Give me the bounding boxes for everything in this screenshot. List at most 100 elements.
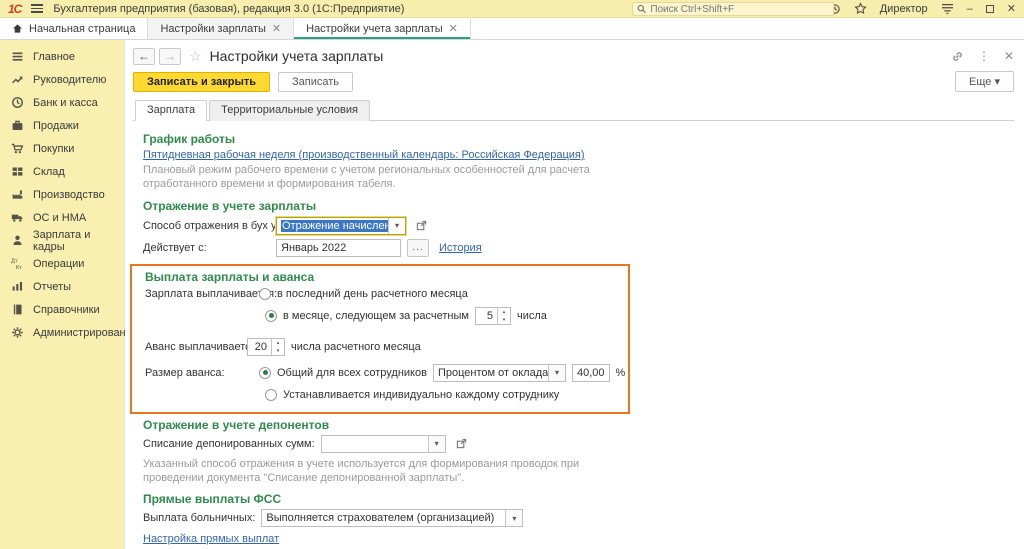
radio-last-day-label[interactable]: в последний день расчетного месяца — [277, 288, 468, 300]
sidebar-item-label: Банк и касса — [33, 97, 98, 109]
section-fss: Прямые выплаты ФСС — [143, 492, 1014, 506]
sidebar-item-manager[interactable]: Руководителю — [0, 68, 124, 91]
tab-salary-accounting-settings[interactable]: Настройки учета зарплаты ✕ — [294, 18, 471, 39]
content-panel: ← → ☆ Настройки учета зарплаты ⋮ ✕ Запис… — [125, 40, 1024, 549]
radio-common-advance[interactable] — [259, 367, 271, 379]
direct-payments-link[interactable]: Настройка прямых выплат — [143, 533, 279, 545]
advance-day-suffix: числа расчетного месяца — [291, 341, 421, 353]
chevron-down-icon[interactable]: ▾ — [505, 510, 522, 526]
forward-button[interactable]: → — [159, 48, 181, 65]
titlebar: 1С Бухгалтерия предприятия (базовая), ре… — [0, 0, 1024, 18]
sick-pay-combobox[interactable]: Выполняется страхователем (организацией)… — [261, 509, 523, 527]
svg-text:Дт: Дт — [11, 259, 18, 265]
sick-pay-label: Выплата больничных: — [143, 512, 255, 524]
back-button[interactable]: ← — [133, 48, 155, 65]
section-deponents: Отражение в учете депонентов — [143, 418, 1014, 432]
work-schedule-link[interactable]: Пятидневная рабочая неделя (производстве… — [143, 149, 585, 161]
sidebar-item-administration[interactable]: Администрирование — [0, 321, 124, 344]
sidebar-item-operations[interactable]: ДтКт Операции — [0, 252, 124, 275]
toolbar: Записать и закрыть Записать Еще ▾ — [133, 71, 1014, 92]
sidebar-item-bank-cash[interactable]: Банк и касса — [0, 91, 124, 114]
section-work-schedule: График работы — [143, 132, 1014, 146]
chevron-down-icon[interactable]: ▾ — [548, 365, 565, 381]
save-button[interactable]: Записать — [278, 72, 353, 92]
tab-home[interactable]: Начальная страница — [0, 18, 148, 39]
search-icon — [637, 4, 646, 14]
choose-date-button[interactable]: ... — [407, 239, 429, 257]
minimize-button[interactable]: – — [967, 4, 973, 14]
deponents-writeoff-label: Списание депонированных сумм: — [143, 438, 315, 450]
advance-paid-label: Аванс выплачивается: — [145, 341, 241, 353]
app-title: Бухгалтерия предприятия (базовая), редак… — [53, 3, 404, 15]
spinner-arrows-icon[interactable]: ▴▾ — [497, 308, 510, 324]
page-title: Настройки учета зарплаты — [210, 48, 384, 64]
menu-icon — [11, 50, 24, 63]
briefcase-icon — [11, 119, 24, 132]
sidebar-item-label: Зарплата и кадры — [33, 229, 120, 253]
more-button[interactable]: Еще ▾ — [955, 71, 1014, 92]
sidebar-item-warehouse[interactable]: Склад — [0, 160, 124, 183]
radio-common-advance-label[interactable]: Общий для всех сотрудников — [277, 367, 427, 379]
advance-size-label: Размер аванса: — [145, 367, 253, 379]
close-form-icon[interactable]: ✕ — [1004, 49, 1014, 63]
search-input[interactable] — [650, 4, 829, 15]
sidebar-item-salary-hr[interactable]: Зарплата и кадры — [0, 229, 124, 252]
global-search[interactable] — [632, 2, 834, 16]
favorites-star-icon[interactable] — [854, 2, 867, 15]
main-menu-icon[interactable] — [31, 4, 43, 13]
service-menu-icon[interactable] — [941, 3, 954, 14]
settings-form: График работы Пятидневная рабочая неделя… — [133, 121, 1014, 549]
book-icon — [11, 303, 24, 316]
deponents-note: Указанный способ отражения в учете испол… — [143, 457, 613, 486]
sidebar-item-production[interactable]: Производство — [0, 183, 124, 206]
radio-next-month[interactable] — [265, 310, 277, 322]
gear-icon — [11, 326, 24, 339]
tab-salary-settings[interactable]: Настройки зарплаты ✕ — [148, 18, 294, 39]
advance-day-spinner[interactable]: 20 ▴▾ — [247, 338, 285, 356]
truck-icon — [11, 211, 24, 224]
sidebar-item-reports[interactable]: Отчеты — [0, 275, 124, 298]
radio-individual-advance-label[interactable]: Устанавливается индивидуально каждому со… — [283, 389, 559, 401]
get-link-icon[interactable] — [951, 50, 964, 63]
favorite-star-icon[interactable]: ☆ — [189, 48, 202, 65]
close-window-button[interactable]: ✕ — [1007, 4, 1016, 14]
reflection-method-combobox[interactable]: Отражение начислений п ▾ — [276, 217, 406, 235]
page-header: ← → ☆ Настройки учета зарплаты ⋮ ✕ — [133, 44, 1014, 68]
maximize-button[interactable] — [986, 5, 994, 13]
reflection-method-label: Способ отражения в бух учете: — [143, 220, 270, 232]
history-link[interactable]: История — [439, 242, 482, 254]
sidebar-item-purchases[interactable]: Покупки — [0, 137, 124, 160]
close-tab-icon[interactable]: ✕ — [449, 22, 458, 35]
salary-day-spinner[interactable]: 5 ▴▾ — [475, 307, 511, 325]
chevron-down-icon[interactable]: ▾ — [428, 436, 445, 452]
more-menu-icon[interactable]: ⋮ — [978, 49, 990, 63]
radio-last-day[interactable] — [259, 288, 271, 300]
trend-icon — [11, 73, 24, 86]
tab-label: Настройки зарплаты — [160, 23, 265, 35]
deponents-writeoff-combobox[interactable]: ▾ — [321, 435, 446, 453]
advance-method-combobox[interactable]: Процентом от оклада ▾ — [433, 364, 566, 382]
current-user[interactable]: Директор — [880, 3, 928, 15]
save-close-button[interactable]: Записать и закрыть — [133, 72, 270, 92]
open-item-icon[interactable] — [416, 220, 427, 231]
factory-icon — [11, 188, 24, 201]
sidebar-item-sales[interactable]: Продажи — [0, 114, 124, 137]
radio-next-month-label[interactable]: в месяце, следующем за расчетным — [283, 310, 469, 322]
report-icon — [11, 280, 24, 293]
advance-percent-field[interactable]: 40,00 — [572, 364, 610, 382]
close-tab-icon[interactable]: ✕ — [272, 22, 281, 35]
spinner-arrows-icon[interactable]: ▴▾ — [271, 339, 284, 355]
sidebar-item-directories[interactable]: Справочники — [0, 298, 124, 321]
cart-icon — [11, 142, 24, 155]
tab-zarplata[interactable]: Зарплата — [135, 100, 207, 121]
radio-individual-advance[interactable] — [265, 389, 277, 401]
effective-date-field[interactable]: Январь 2022 — [276, 239, 401, 257]
open-item-icon[interactable] — [456, 438, 467, 449]
sidebar-item-main[interactable]: Главное — [0, 45, 124, 68]
sidebar-item-fixed-assets[interactable]: ОС и НМА — [0, 206, 124, 229]
tab-territorial[interactable]: Территориальные условия — [209, 100, 370, 121]
sidebar: Главное Руководителю Банк и касса Продаж… — [0, 40, 125, 549]
chevron-down-icon[interactable]: ▾ — [388, 218, 405, 234]
sidebar-item-label: Отчеты — [33, 281, 71, 293]
salary-paid-label: Зарплата выплачивается: — [145, 288, 253, 300]
